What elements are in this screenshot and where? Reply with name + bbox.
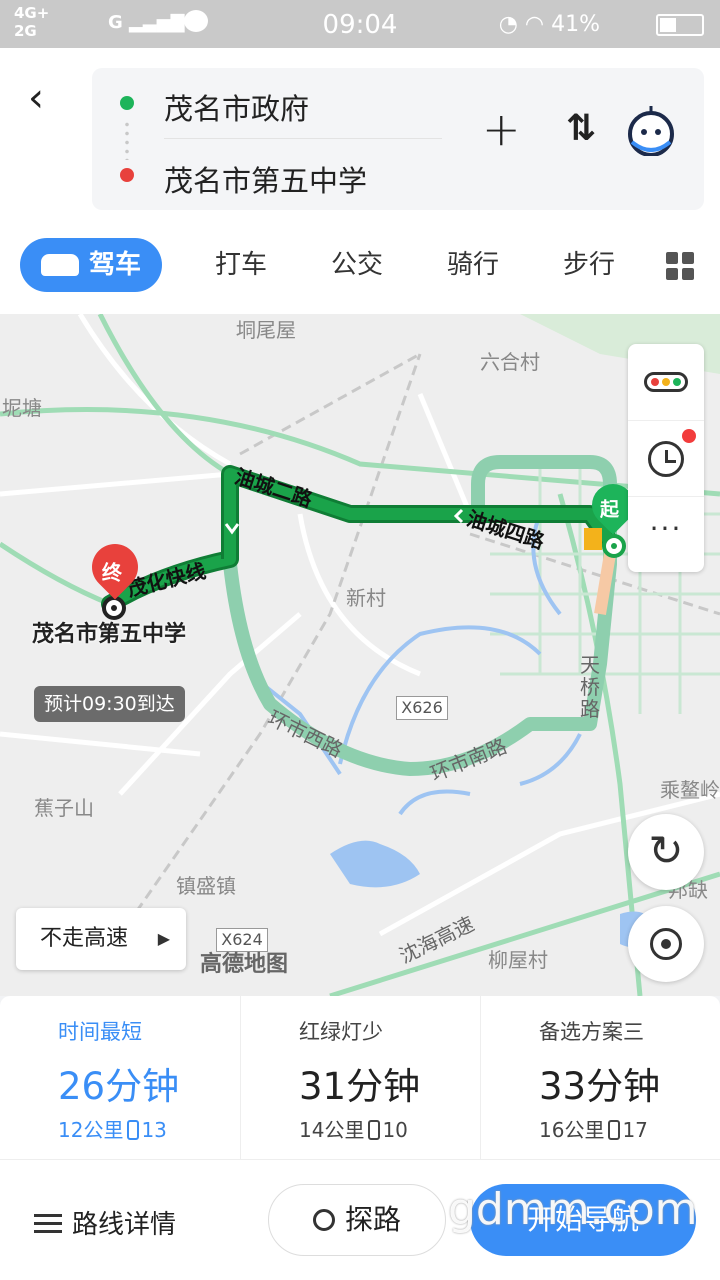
map-side-panel: ··· [628,344,704,572]
route-header: ‹ 茂名市政府 茂名市第五中学 + ⇅ 驾车 打车 公交 骑行 步行 [0,48,720,314]
explore-route-button[interactable]: 探路 [268,1184,446,1256]
place-label: 六合村 [480,350,540,374]
end-marker-label: 终 [101,560,122,585]
bottom-action-bar: 路线详情 探路 开始导航 gdmm.com [0,1160,720,1280]
place-label: 坭塘 [2,396,42,420]
play-arrow-icon: ▶ [157,929,170,948]
explore-label: 探路 [344,1203,401,1236]
battery-percent: 41% [551,12,600,37]
route-input-box: 茂名市政府 茂名市第五中学 + ⇅ [92,68,704,210]
route-details-label: 路线详情 [72,1210,177,1240]
place-label: 柳屋村 [488,948,548,972]
route-option-time: 26分钟 [58,1065,180,1108]
route-connector [125,120,129,160]
divider [164,138,442,139]
place-label: 镇盛镇 [176,874,236,898]
avoid-highway-label: 不走高速 [40,926,129,951]
traffic-light-icon [127,1120,140,1140]
departure-time-button[interactable] [628,420,704,496]
route-distance: 16公里 [539,1118,605,1142]
tab-walk[interactable]: 步行 [554,238,624,292]
more-options-button[interactable]: ··· [628,496,704,572]
locate-icon [650,928,682,960]
route-option-label: 时间最短 [58,1020,142,1044]
battery-icon [656,14,704,36]
more-dots-icon: ··· [649,512,683,545]
place-label: 蕉子山 [34,796,94,820]
traffic-light-icon [368,1120,381,1140]
transport-tabs: 驾车 打车 公交 骑行 步行 [0,238,720,298]
more-modes-grid-icon[interactable] [666,252,694,280]
destination-field[interactable]: 茂名市第五中学 [164,158,367,200]
tab-drive[interactable]: 驾车 [20,238,162,292]
route-options: 时间最短 26分钟 12公里 13 红绿灯少 31分钟 14公里 10 备选方案三 … [0,996,720,1160]
place-label: 乘鳌岭 [660,778,720,802]
route-distance: 14公里 [299,1118,365,1142]
route-distance: 12公里 [58,1118,124,1142]
back-arrow-icon[interactable]: ‹ [28,78,68,118]
route-option-time: 33分钟 [539,1065,661,1108]
map-view[interactable]: 垌尾屋 六合村 坭塘 新村 蕉子山 镇盛镇 柳屋村 乘鳌岭 邦缺 茂化快线 油城… [0,314,720,996]
refresh-icon: ↻ [648,826,684,875]
origin-field[interactable]: 茂名市政府 [164,86,309,128]
add-waypoint-button[interactable]: + [482,106,521,152]
watermark: gdmm.com [448,1184,698,1235]
map-canvas [0,314,720,996]
brand-logo: 高德地图 [200,952,289,977]
tab-label: 驾车 [88,250,141,280]
destination-dot-icon [120,168,134,182]
tab-transit[interactable]: 公交 [322,238,392,292]
route-lights: 17 [622,1118,648,1142]
origin-dot-icon [120,96,134,110]
refresh-route-button[interactable]: ↻ [628,814,704,890]
route-option-label: 备选方案三 [539,1020,644,1044]
route-lights: 10 [382,1118,408,1142]
tab-taxi[interactable]: 打车 [206,238,276,292]
destination-map-label: 茂名市第五中学 [32,622,187,647]
route-option-meta: 12公里 13 [58,1114,167,1143]
route-option-fastest[interactable]: 时间最短 26分钟 12公里 13 [0,996,240,1160]
road-shield: X626 [396,696,448,720]
traffic-light-icon [644,372,688,392]
route-option-fewer-lights[interactable]: 红绿灯少 31分钟 14公里 10 [240,996,480,1160]
route-details-button[interactable]: 路线详情 [34,1204,176,1241]
route-option-label: 红绿灯少 [299,1020,383,1044]
place-label: 垌尾屋 [236,318,296,342]
notification-dot [682,429,696,443]
assistant-avatar-icon[interactable] [626,102,676,156]
radar-icon [312,1209,335,1231]
route-option-meta: 16公里 17 [539,1114,648,1143]
wifi-icon: ◔ ◠ 41% [498,12,600,37]
clock: 09:04 [322,10,398,40]
route-option-time: 31分钟 [299,1065,421,1108]
road-label: 天桥路 [580,653,600,721]
swap-route-button[interactable]: ⇅ [566,108,596,149]
tab-bike[interactable]: 骑行 [438,238,508,292]
traffic-toggle-button[interactable] [628,344,704,420]
route-option-alternative[interactable]: 备选方案三 33分钟 16公里 17 [480,996,720,1160]
route-lights: 13 [141,1118,167,1142]
locate-me-button[interactable] [628,906,704,982]
route-option-meta: 14公里 10 [299,1114,408,1143]
status-bar: 4G+ 2G G ▂▃▅▇ 09:04 ◔ ◠ 41% [0,0,720,48]
clock-icon [648,441,684,477]
list-icon [34,1214,62,1234]
car-icon [40,254,79,276]
start-marker-label: 起 [599,498,619,521]
eta-badge: 预计09:30到达 [34,686,185,722]
traffic-light-icon [608,1120,621,1140]
place-label: 新村 [346,586,386,610]
avoid-highway-button[interactable]: 不走高速 ▶ [16,908,186,970]
